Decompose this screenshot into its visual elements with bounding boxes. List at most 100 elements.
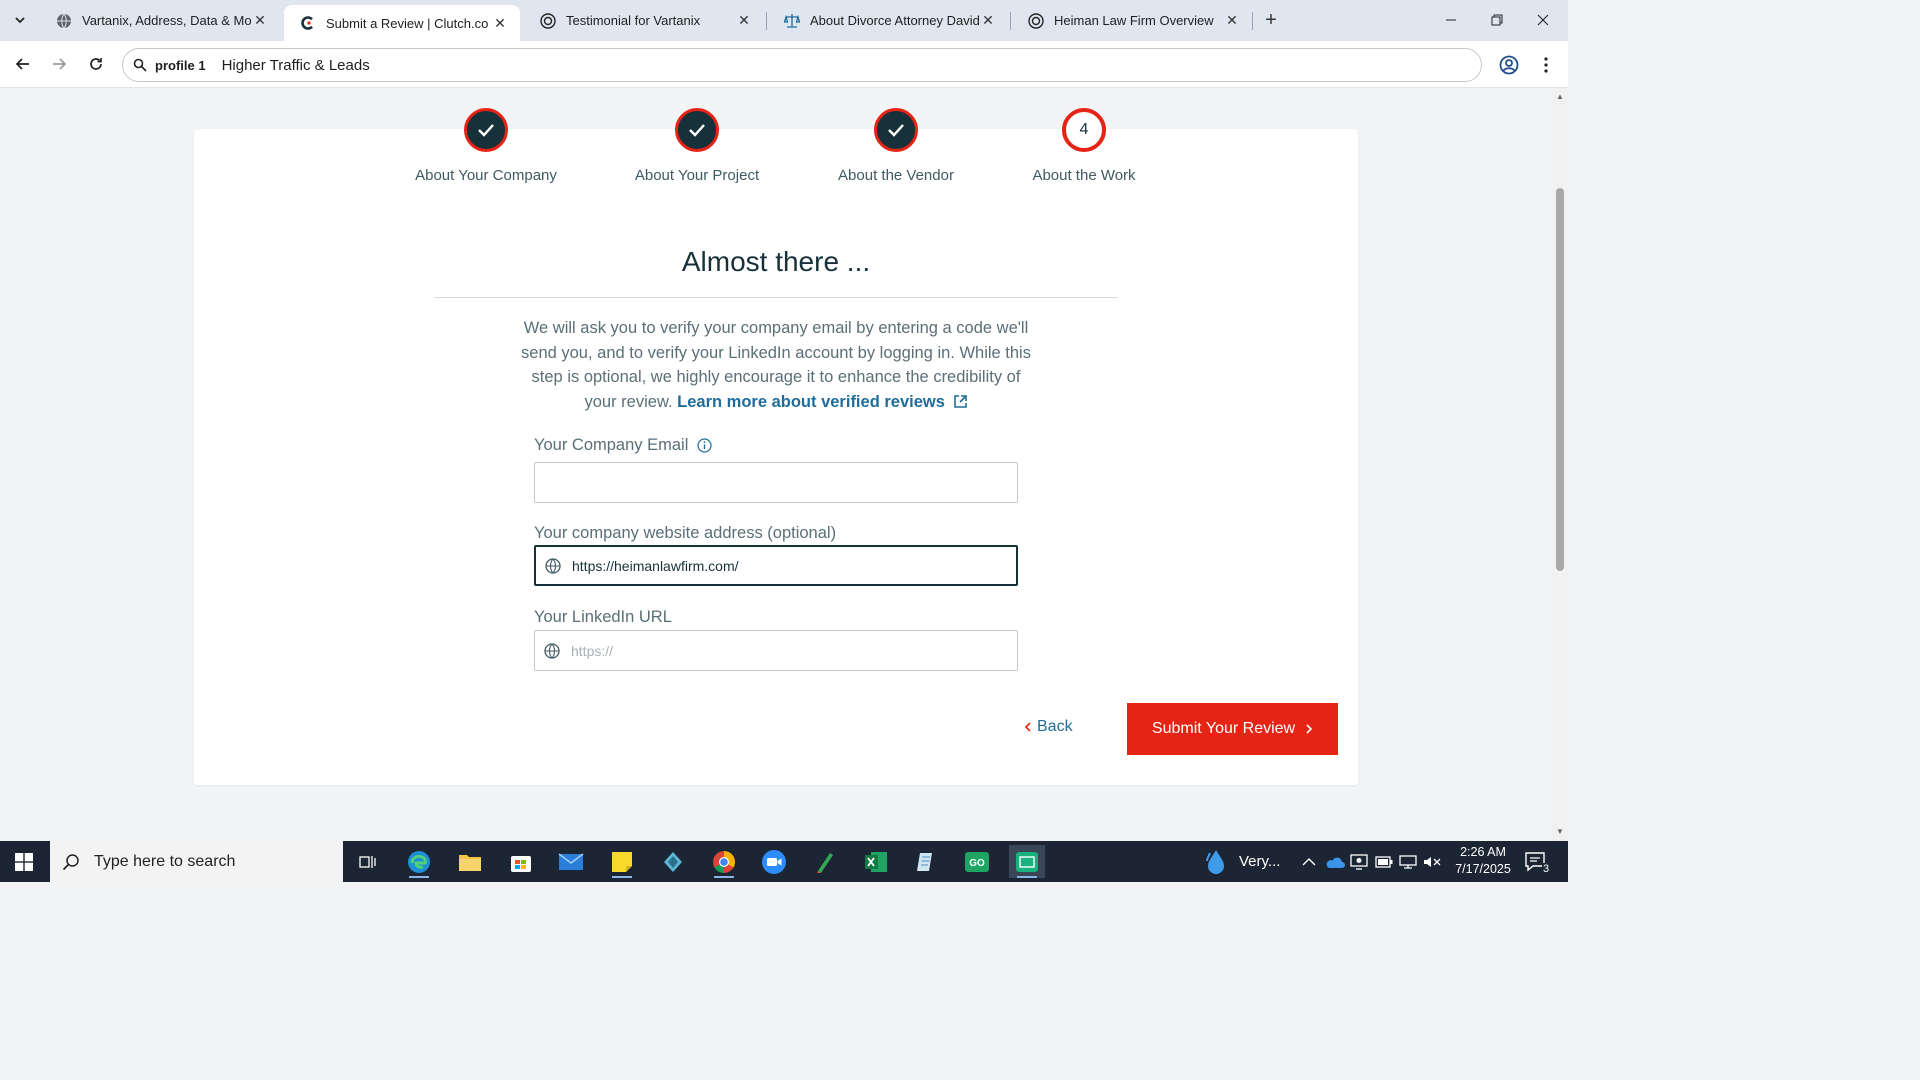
website-field[interactable] <box>534 545 1018 586</box>
info-icon[interactable] <box>697 438 712 453</box>
new-tab-button[interactable]: + <box>1260 9 1282 31</box>
svg-text:GO: GO <box>969 858 985 869</box>
submit-review-button[interactable]: Submit Your Review <box>1127 703 1338 755</box>
close-icon[interactable]: ✕ <box>252 12 268 29</box>
page-scrollbar[interactable]: ▲ ▼ <box>1552 88 1568 841</box>
step-label: About Your Company <box>415 167 557 184</box>
close-window-button[interactable] <box>1520 0 1566 40</box>
volume-tray[interactable] <box>1423 841 1441 882</box>
minimize-button[interactable] <box>1428 0 1474 40</box>
close-icon[interactable]: ✕ <box>736 12 752 29</box>
globe-icon <box>545 557 561 574</box>
zoom-icon <box>762 849 786 874</box>
linkedin-field[interactable] <box>534 630 1018 671</box>
search-icon <box>133 58 147 72</box>
browser-tab-1[interactable]: Vartanix, Address, Data & More ✕ <box>40 4 280 37</box>
clutch-logo-icon <box>300 15 316 31</box>
browser-menu-button[interactable] <box>1533 52 1559 78</box>
review-form-card: About Your Company About Your Project Ab… <box>194 108 1358 785</box>
start-button[interactable] <box>0 841 48 882</box>
taskbar-app-go[interactable]: GO <box>959 845 995 878</box>
search-icon <box>62 853 79 870</box>
taskbar-zoom[interactable] <box>756 845 792 878</box>
step-label: About the Vendor <box>838 167 954 184</box>
weather-widget[interactable]: Very... <box>1205 841 1280 882</box>
battery-tray[interactable] <box>1375 841 1393 882</box>
app-running-indicator <box>409 876 429 878</box>
step-complete-circle <box>874 108 918 152</box>
folder-icon <box>459 854 481 871</box>
scroll-up-icon[interactable]: ▲ <box>1555 92 1565 102</box>
linkedin-label-text: Your LinkedIn URL <box>534 608 672 626</box>
scroll-down-icon[interactable]: ▼ <box>1555 827 1565 837</box>
browser-tab-2-active[interactable]: Submit a Review | Clutch.co ✕ <box>284 5 520 41</box>
checkmark-icon <box>689 124 705 137</box>
onedrive-tray[interactable] <box>1325 841 1345 882</box>
tab-search-button[interactable] <box>8 8 32 32</box>
taskbar-sticky-notes[interactable] <box>604 845 640 878</box>
browser-toolbar: profile 1 Higher Traffic & Leads <box>0 41 1568 88</box>
taskbar-app-pen[interactable] <box>807 845 843 878</box>
profile-chip: profile 1 <box>155 57 206 73</box>
step-label: About the Work <box>1032 167 1136 184</box>
app-running-indicator <box>612 876 632 878</box>
company-email-label: Your Company Email <box>534 436 712 455</box>
taskbar-app-profile[interactable] <box>1009 845 1045 878</box>
browser-tab-5[interactable]: Heiman Law Firm Overview ✕ <box>1012 4 1252 37</box>
clock-time: 2:26 AM <box>1460 845 1506 859</box>
tab-separator <box>1010 12 1011 30</box>
task-view-button[interactable] <box>350 845 386 878</box>
step-label: About Your Project <box>634 167 760 184</box>
close-icon[interactable]: ✕ <box>1224 12 1240 29</box>
taskbar-edge[interactable] <box>401 845 437 878</box>
taskbar-store[interactable] <box>503 845 539 878</box>
profile-button[interactable] <box>1496 52 1522 78</box>
taskbar-app-notepad[interactable] <box>908 845 944 878</box>
taskbar-mail[interactable] <box>553 845 589 878</box>
openai-icon <box>540 12 556 29</box>
openai-icon <box>1028 12 1044 29</box>
address-bar[interactable]: profile 1 Higher Traffic & Leads <box>122 48 1482 82</box>
back-button-label: Back <box>1037 718 1073 735</box>
clock-date: 7/17/2025 <box>1455 862 1511 876</box>
back-button[interactable]: Back <box>1024 718 1073 736</box>
linkedin-input[interactable] <box>571 642 1017 659</box>
close-icon[interactable]: ✕ <box>980 12 996 29</box>
forward-nav-button[interactable] <box>46 51 72 77</box>
taskbar-search-placeholder: Type here to search <box>94 852 236 870</box>
heading-divider <box>434 297 1118 298</box>
notification-center[interactable]: 3 <box>1524 841 1551 882</box>
taskbar-file-explorer[interactable] <box>452 845 488 878</box>
network-tray[interactable] <box>1399 841 1417 882</box>
chevron-right-icon <box>1306 724 1313 734</box>
taskbar-search[interactable]: Type here to search <box>50 841 343 882</box>
website-input[interactable] <box>572 557 1016 574</box>
address-text: Higher Traffic & Leads <box>221 56 370 74</box>
battery-icon <box>1375 855 1393 868</box>
browser-tab-4[interactable]: About Divorce Attorney David H ✕ <box>768 4 1008 37</box>
close-icon[interactable]: ✕ <box>492 15 508 31</box>
company-email-field[interactable] <box>534 462 1018 503</box>
company-email-input[interactable] <box>535 474 1017 491</box>
learn-more-link[interactable]: Learn more about verified reviews <box>677 393 967 411</box>
notepad-icon <box>917 852 932 871</box>
taskbar-chrome[interactable] <box>706 845 742 878</box>
step-about-company: About Your Company <box>386 108 586 184</box>
back-nav-button[interactable] <box>10 51 36 77</box>
intro-paragraph: We will ask you to verify your company e… <box>518 316 1034 414</box>
windows-logo-icon <box>15 852 33 871</box>
checkmark-icon <box>888 124 904 137</box>
taskbar-app-diamond[interactable] <box>655 845 691 878</box>
security-tray[interactable] <box>1350 841 1368 882</box>
scroll-thumb[interactable] <box>1556 188 1564 571</box>
taskbar-excel[interactable] <box>858 845 894 878</box>
reload-button[interactable] <box>83 51 109 77</box>
network-icon <box>1399 854 1417 869</box>
app-running-indicator <box>714 876 734 878</box>
show-hidden-icons[interactable] <box>1302 841 1316 882</box>
browser-tab-3[interactable]: Testimonial for Vartanix ✕ <box>524 4 764 37</box>
close-icon <box>1537 14 1549 26</box>
tab-separator <box>1252 12 1253 30</box>
restore-button[interactable] <box>1474 0 1520 40</box>
taskbar-clock[interactable]: 2:26 AM 7/17/2025 <box>1450 844 1516 878</box>
